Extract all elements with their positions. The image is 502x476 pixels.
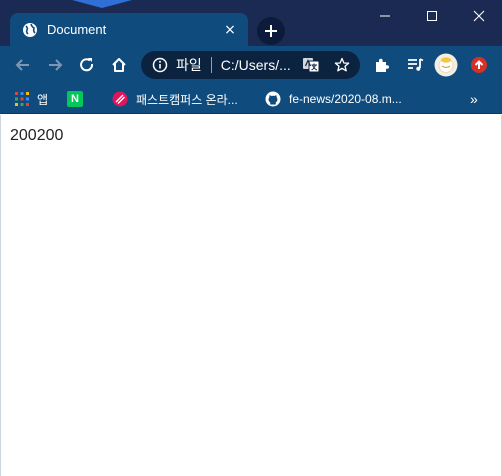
update-button[interactable] (467, 53, 491, 77)
puzzle-icon (376, 58, 389, 72)
bookmark-apps[interactable]: 앱 (15, 89, 48, 109)
bookmark-fastcampus[interactable]: 패스트캠퍼스 온라... (112, 89, 238, 109)
extensions-button[interactable] (370, 53, 394, 77)
bookmarks-bar: 앱 N 패스트캠퍼스 온라... fe-news/2020-08.m... » (0, 84, 502, 114)
globe-icon (22, 22, 38, 38)
address-url[interactable]: C:/Users/... (221, 57, 293, 73)
naver-icon: N (67, 91, 83, 107)
reload-icon (80, 58, 94, 72)
minimize-button[interactable] (362, 0, 408, 32)
address-separator (210, 57, 212, 73)
avatar (434, 53, 458, 77)
home-icon (112, 58, 126, 72)
translate-icon[interactable] (302, 57, 320, 73)
back-button[interactable] (11, 53, 35, 77)
browser-toolbar: 파일 C:/Users/... (0, 46, 502, 84)
tab-close-icon[interactable]: × (222, 22, 238, 38)
bookmark-label: 앱 (37, 92, 49, 107)
arrow-left-icon (15, 59, 29, 71)
bookmark-fe-news[interactable]: fe-news/2020-08.m... (265, 89, 402, 109)
tab-title: Document (47, 22, 107, 37)
update-arrow-icon (471, 57, 487, 73)
page-text: 200200 (10, 127, 64, 144)
media-control-button[interactable] (403, 53, 427, 77)
window-titlebar: Document × (0, 0, 502, 46)
bookmark-label: 패스트캠퍼스 온라... (136, 92, 238, 107)
fastcampus-icon (112, 91, 128, 107)
maximize-button[interactable] (409, 0, 455, 32)
new-tab-button[interactable] (257, 17, 285, 45)
arrow-right-icon (49, 59, 63, 71)
bookmarks-overflow-button[interactable]: » (470, 89, 478, 109)
bookmark-naver[interactable]: N (67, 89, 83, 109)
bookmark-label: fe-news/2020-08.m... (289, 92, 402, 106)
minimize-icon (380, 15, 390, 17)
playlist-music-icon (408, 58, 424, 71)
address-scheme: 파일 (176, 57, 202, 73)
plus-icon (265, 25, 277, 37)
address-bar[interactable]: 파일 C:/Users/... (141, 51, 360, 79)
maximize-icon (427, 11, 437, 21)
tab-document[interactable]: Document × (10, 13, 248, 46)
info-icon[interactable] (152, 57, 168, 73)
reload-button[interactable] (75, 53, 99, 77)
page-content: 200200 (0, 115, 502, 476)
close-window-button[interactable] (456, 0, 502, 32)
github-icon (265, 91, 281, 107)
close-icon (473, 10, 485, 22)
home-button[interactable] (107, 53, 131, 77)
star-bookmark-icon[interactable] (334, 57, 350, 73)
apps-grid-icon (15, 92, 29, 106)
forward-button[interactable] (43, 53, 67, 77)
profile-button[interactable] (434, 53, 458, 77)
titlebar-accent (72, 0, 132, 8)
chevron-double-right-icon: » (470, 91, 478, 107)
